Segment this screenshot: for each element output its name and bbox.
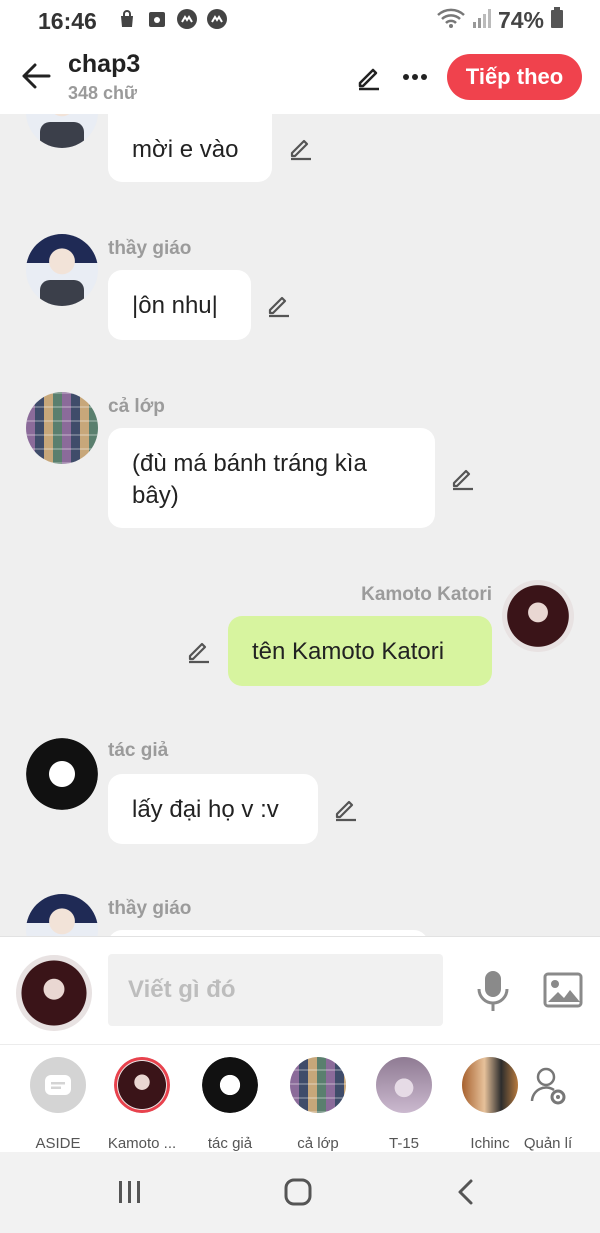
message-bubble[interactable]: (đù má bánh tráng kìa bây) (108, 428, 435, 528)
manage-avatar (520, 1057, 576, 1113)
sender-name: tác giả (108, 740, 169, 761)
compose-bar (0, 936, 600, 1044)
chevron-left-icon (458, 1179, 473, 1205)
avatar-teacher[interactable] (26, 114, 98, 148)
kamoto-avatar (114, 1057, 170, 1113)
edit-title-button[interactable] (352, 60, 386, 94)
notification-icons (116, 8, 228, 30)
message-bubble[interactable]: mời e vào (108, 114, 272, 182)
aside-avatar (30, 1057, 86, 1113)
voice-button[interactable] (472, 967, 514, 1015)
class-avatar (290, 1057, 346, 1113)
back-arrow-icon (22, 63, 51, 89)
home-icon (284, 1178, 312, 1206)
avatar-teacher[interactable] (26, 234, 98, 306)
next-button[interactable]: Tiếp theo (447, 54, 582, 100)
sender-name: thầy giáo (108, 898, 192, 919)
message-input[interactable] (108, 954, 443, 1026)
sender-name: Kamoto Katori (361, 584, 492, 605)
character-author[interactable]: tác giả (190, 1057, 268, 1153)
character-label: Quản lí (523, 1135, 573, 1152)
edit-message-button[interactable] (264, 290, 294, 320)
page-title: chap3 (68, 50, 141, 78)
character-label: ASIDE (35, 1135, 81, 1152)
pencil-icon (452, 469, 473, 491)
battery-percent: 74% (497, 7, 544, 33)
message-bubble[interactable]: lấy đại họ v :v (108, 774, 318, 844)
pencil-icon (335, 800, 356, 822)
signal-icon (472, 7, 492, 34)
recent-apps-icon (119, 1181, 140, 1203)
back-button[interactable] (18, 58, 54, 94)
current-speaker-avatar[interactable] (16, 955, 92, 1031)
pencil-icon (268, 296, 289, 318)
author-avatar (202, 1057, 258, 1113)
messenger-icon (176, 8, 198, 30)
message-bubble[interactable]: |ôn nhu| (108, 270, 251, 340)
character-label: cả lớp (297, 1135, 339, 1152)
chat-area[interactable]: mời e vào thầy giáo |ôn nhu| cả lớp (đù … (0, 114, 600, 936)
avatar-teacher[interactable] (26, 894, 98, 936)
microphone-icon (477, 971, 509, 1011)
pencil-icon (290, 139, 311, 161)
recent-apps-button[interactable] (108, 1172, 152, 1212)
pencil-icon (358, 68, 379, 91)
image-button[interactable] (540, 969, 586, 1011)
system-back-button[interactable] (444, 1172, 488, 1212)
avatar-author[interactable] (26, 738, 98, 810)
status-right: 74% (436, 7, 564, 34)
avatar-kamoto[interactable] (502, 580, 574, 652)
manage-characters-button[interactable]: Quản lí (508, 1057, 586, 1153)
home-button[interactable] (276, 1172, 320, 1212)
more-options-button[interactable] (398, 60, 432, 94)
character-kamoto[interactable]: Kamoto ... (102, 1057, 180, 1153)
wifi-icon (436, 7, 466, 34)
my-message-bubble[interactable]: tên Kamoto Katori (228, 616, 492, 686)
word-count: 348 chữ (68, 83, 138, 103)
character-label: tác giả (207, 1135, 253, 1152)
character-label: Kamoto ... (107, 1135, 177, 1152)
status-time: 16:46 (38, 8, 97, 34)
sender-name: cả lớp (108, 396, 165, 417)
shopping-bag-icon (116, 8, 138, 30)
battery-icon (550, 7, 564, 34)
image-icon (543, 972, 583, 1008)
character-aside[interactable]: ASIDE (18, 1057, 96, 1153)
character-t15[interactable]: T-15 (364, 1057, 442, 1153)
t15-avatar (376, 1057, 432, 1113)
system-nav-bar (0, 1152, 600, 1233)
chat-bubble-icon (45, 1075, 71, 1095)
edit-message-button[interactable] (331, 794, 361, 824)
character-label: T-15 (388, 1135, 419, 1152)
edit-message-button[interactable] (286, 133, 316, 163)
calendar-icon (146, 8, 168, 30)
edit-message-button[interactable] (184, 636, 214, 666)
pencil-icon (188, 642, 209, 664)
avatar-class[interactable] (26, 392, 98, 464)
status-bar: 16:46 74% (0, 0, 600, 42)
sender-name: thầy giáo (108, 238, 192, 259)
character-strip: ASIDE Kamoto ... tác giả cả lớp T-15 Ich… (0, 1044, 600, 1152)
more-dots-icon (403, 74, 427, 80)
messenger-icon-2 (206, 8, 228, 30)
user-settings-icon (530, 1067, 566, 1105)
character-class[interactable]: cả lớp (278, 1057, 356, 1153)
edit-message-button[interactable] (448, 463, 478, 493)
title-block: chap3 348 chữ (68, 50, 140, 104)
chapter-header: chap3 348 chữ Tiếp theo (0, 42, 600, 114)
